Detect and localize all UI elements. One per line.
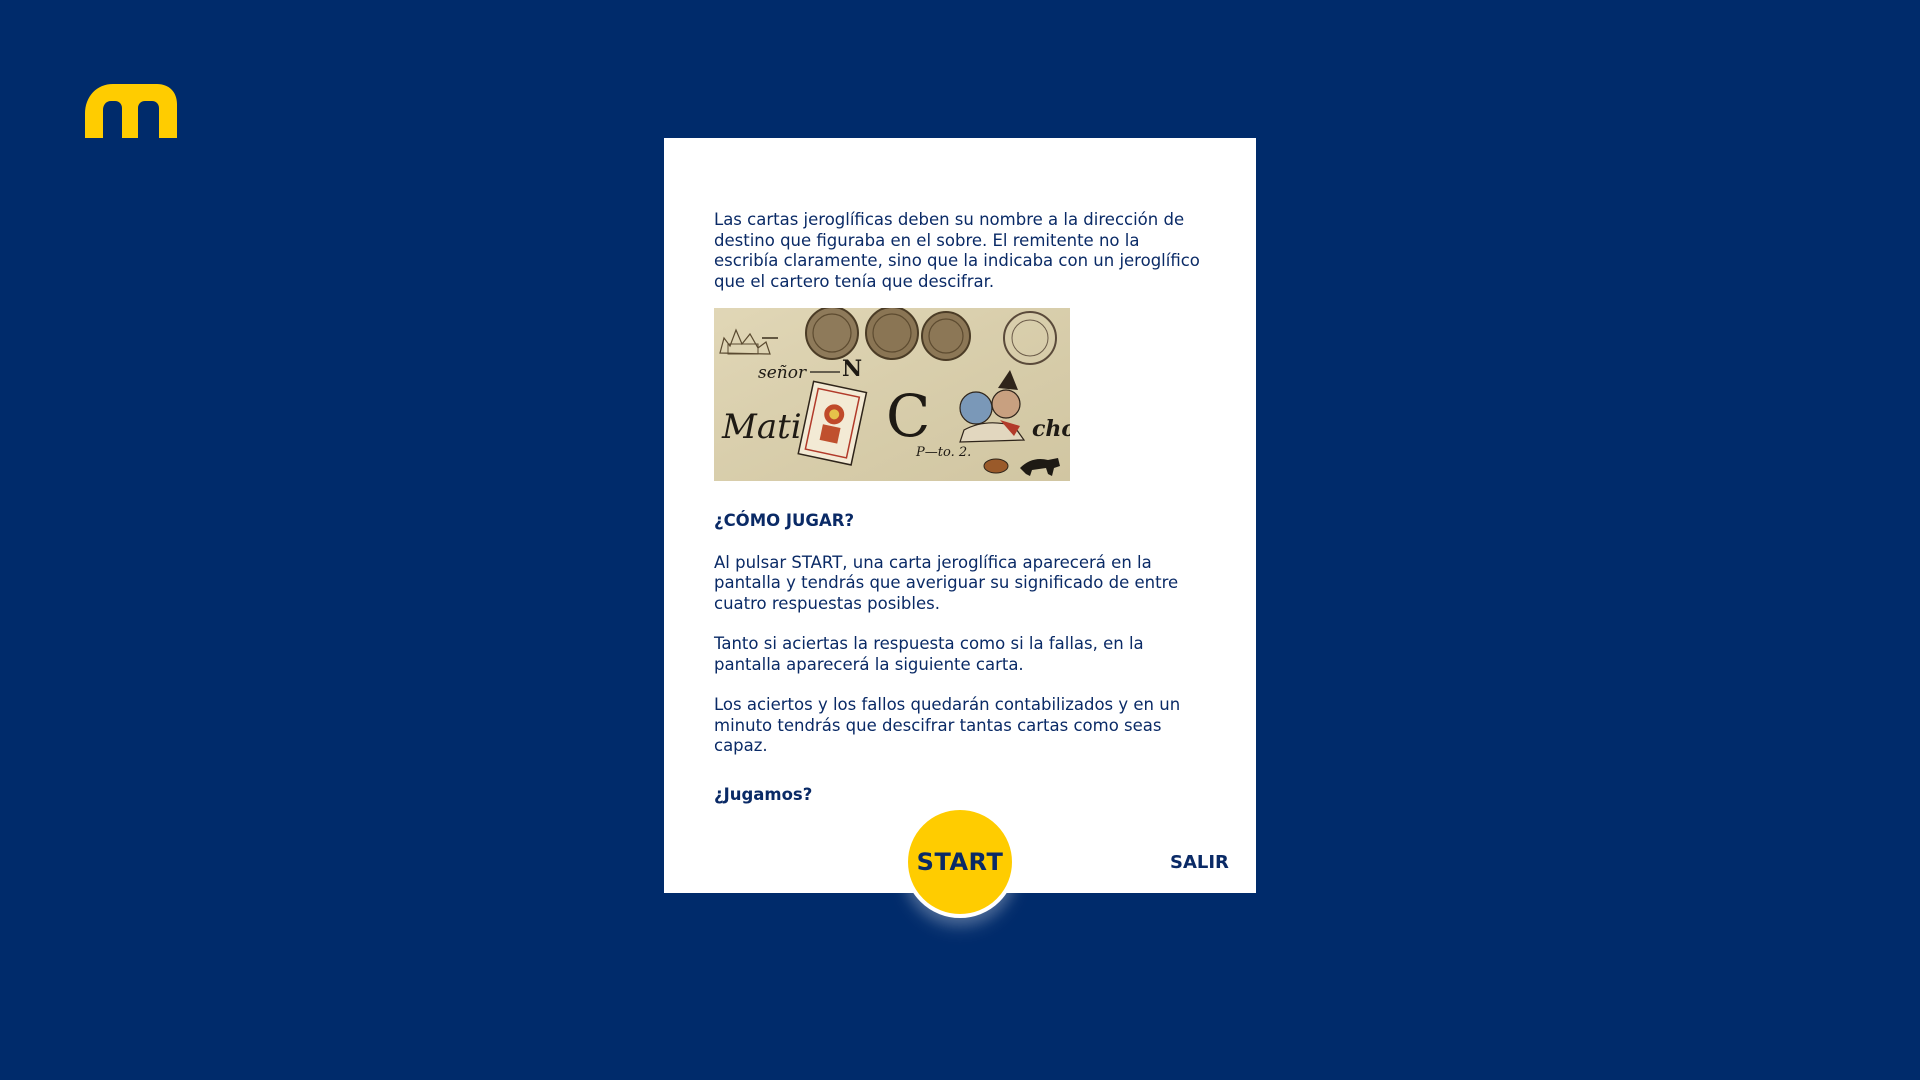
image-text-n: N [842, 356, 862, 382]
closing-question: ¿Jugamos? [714, 784, 813, 804]
intro-text: Las cartas jeroglíficas deben su nombre … [714, 210, 1200, 291]
game-screen: Las cartas jeroglíficas deben su nombre … [0, 0, 1920, 1080]
m-logo-icon [85, 84, 177, 138]
image-text-c: C [886, 382, 930, 450]
instruction-paragraph-2: Tanto si aciertas la respuesta como si l… [714, 634, 1144, 674]
instruction-paragraph-3: Los aciertos y los fallos quedarán conta… [714, 695, 1181, 755]
image-text-mati: Mati [721, 407, 802, 447]
image-text-senor: señor [758, 363, 807, 383]
image-text-puerto: P—to. 2. [915, 445, 971, 460]
start-button[interactable]: START [904, 806, 1016, 918]
instruction-paragraph-1: Al pulsar START, una carta jeroglífica a… [714, 552, 1179, 613]
hieroglyphic-letter-image: señor N Mati C ch P—to. 2. [714, 308, 1070, 481]
instructions-card: Las cartas jeroglíficas deben su nombre … [664, 138, 1256, 893]
image-text-cho: cho [1032, 416, 1070, 442]
how-to-play-heading: ¿CÓMO JUGAR? [714, 511, 855, 530]
instructions-content: Las cartas jeroglíficas deben su nombre … [714, 210, 1214, 805]
exit-button[interactable]: SALIR [1170, 852, 1229, 873]
